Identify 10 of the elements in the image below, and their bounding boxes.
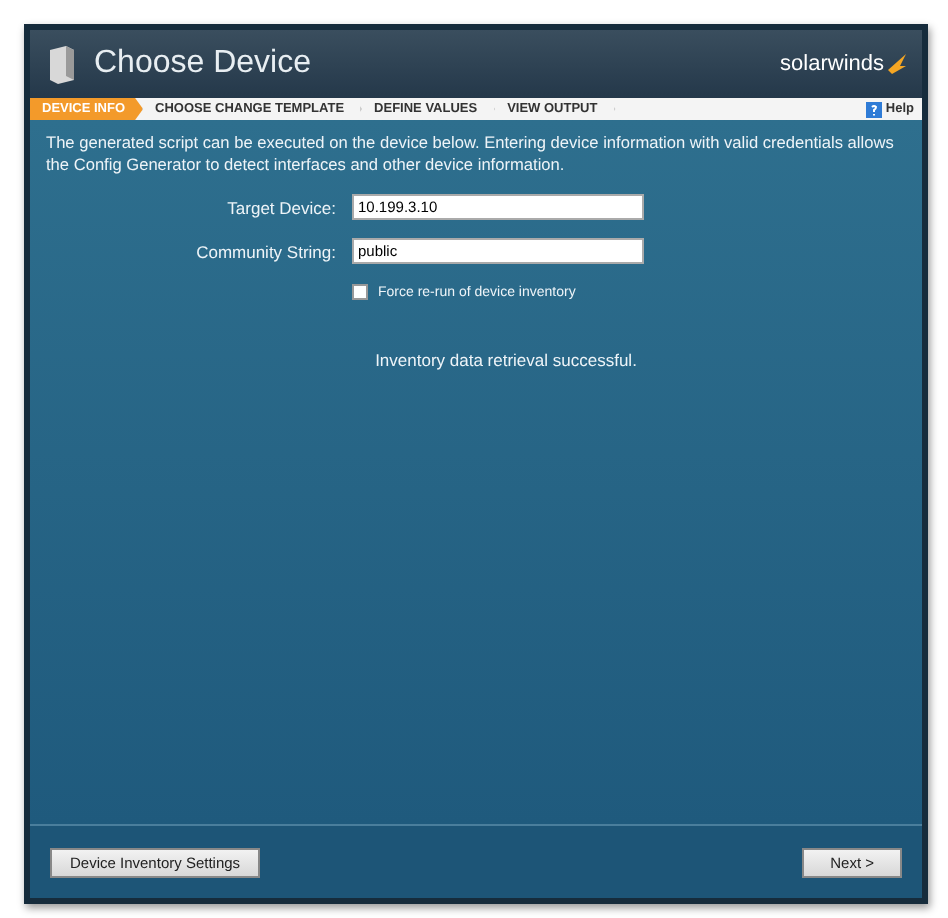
field-label: Community String: (194, 241, 336, 261)
field-label: Target Device: (225, 197, 336, 217)
window-title: Choose Device (94, 46, 311, 82)
checkbox[interactable] (352, 284, 368, 300)
help-icon[interactable] (865, 101, 882, 117)
flame-icon (888, 54, 906, 74)
brand-logo-text: solarwinds (780, 52, 884, 76)
device-icon (46, 44, 78, 84)
status-message: Inventory data retrieval successful. (373, 350, 639, 370)
intro-text: The generated script can be executed on the device below. Entering device information with valid credentials allows the Config Generator to detect interfaces and other device information. (46, 132, 896, 176)
